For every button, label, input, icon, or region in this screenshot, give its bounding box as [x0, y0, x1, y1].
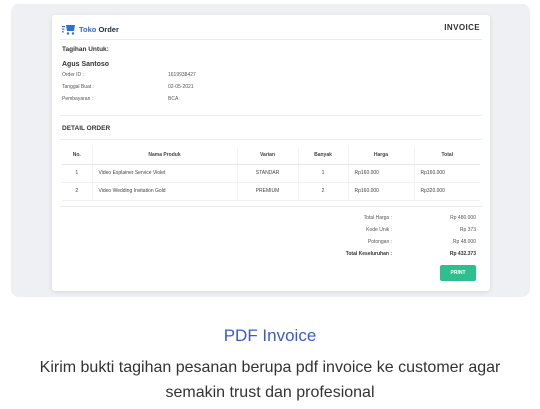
table-header-row: No. Nama Produk Varian Banyak Harga Tota… [62, 147, 480, 165]
meta-label: Order ID : [62, 72, 84, 78]
col-header-qty: Banyak [298, 147, 349, 165]
meta-value: BCA [168, 96, 179, 102]
meta-value: 1619938427 [168, 72, 196, 78]
summary-divider [60, 206, 482, 207]
feature-description-line1: Kirim bukti tagihan pesanan berupa pdf i… [39, 359, 501, 376]
detail-order-title: DETAIL ORDER [62, 125, 111, 132]
cell-product: Video Wedding Invitation Gold [92, 182, 238, 201]
table-row: 2 Video Wedding Invitation Gold PREMIUM … [62, 182, 480, 201]
feature-title: PDF Invoice [223, 326, 317, 345]
brand-name: Toko Order [79, 25, 119, 34]
detail-divider [60, 139, 482, 140]
cell-no: 2 [62, 182, 93, 201]
cell-variant: STANDAR [237, 164, 299, 183]
cell-qty: 1 [298, 164, 349, 183]
cell-price: Rp160.000 [348, 182, 415, 201]
summary-unique-code: Kode Unik : Rp 373 [272, 227, 476, 237]
feature-description-line2: semakin trust dan profesional [165, 384, 375, 401]
brand-name-part2: Order [98, 24, 119, 34]
cell-total: Rp320.000 [414, 182, 480, 201]
summary-label: Total Harga : [363, 215, 392, 221]
col-header-price: Harga [348, 147, 415, 165]
logo-icon [62, 24, 75, 35]
cell-no: 1 [62, 164, 93, 183]
col-header-no: No. [62, 147, 93, 165]
summary-discount: Potongan : Rp 48.000 [272, 239, 476, 249]
invoice-card: Toko Order INVOICE Tagihan Untuk: Agus S… [52, 15, 490, 291]
summary-label: Kode Unik : [366, 227, 392, 233]
cell-variant: PREMIUM [237, 182, 299, 201]
summary-label: Potongan : [367, 239, 392, 245]
col-header-total: Total [414, 147, 480, 165]
meta-value: 02-05-2021 [168, 84, 194, 90]
summary-value: Rp 48.000 [452, 239, 476, 245]
cell-product: Video Explainer Service Violet [92, 164, 238, 183]
bill-to-label: Tagihan Untuk: [62, 46, 109, 53]
brand-logo: Toko Order [62, 23, 119, 35]
brand-name-part1: Toko [79, 24, 97, 34]
cell-qty: 2 [298, 182, 349, 201]
section-divider [60, 115, 482, 116]
cell-total: Rp160.000 [414, 164, 480, 183]
col-header-product: Nama Produk [92, 147, 238, 165]
col-header-variant: Varian [237, 147, 299, 165]
meta-label: Pembayaran : [62, 96, 94, 102]
summary-subtotal: Total Harga : Rp 480.000 [272, 215, 476, 225]
summary-grand-total: Total Keseluruhan : Rp 432.373 [272, 251, 476, 261]
customer-name: Agus Santoso [62, 61, 110, 68]
summary-value: Rp 432.373 [449, 251, 476, 257]
meta-label: Tanggal Buat : [62, 84, 94, 90]
summary-value: Rp 373 [459, 227, 476, 233]
order-items-table: No. Nama Produk Varian Banyak Harga Tota… [62, 147, 480, 201]
summary-value: Rp 480.000 [450, 215, 476, 221]
summary-label: Total Keseluruhan : [345, 251, 392, 257]
table-row: 1 Video Explainer Service Violet STANDAR… [62, 164, 480, 183]
cell-price: Rp160.000 [348, 164, 415, 183]
invoice-title: INVOICE [444, 23, 480, 32]
header-divider [60, 39, 482, 40]
print-button[interactable]: PRINT [440, 265, 476, 281]
